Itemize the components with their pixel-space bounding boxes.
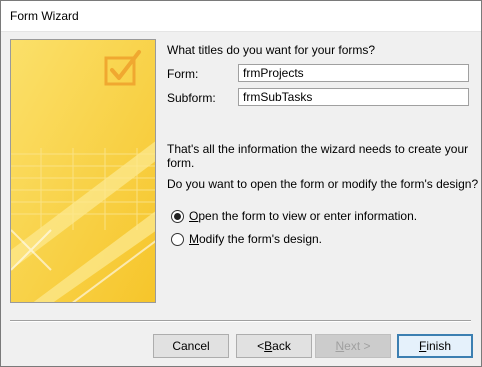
form-wizard-dialog: Form Wizard What titles do you want for … (0, 0, 482, 367)
open-form-radio[interactable] (171, 209, 184, 223)
back-button[interactable]: < Back (236, 334, 312, 358)
window-title: Form Wizard (10, 9, 79, 23)
titles-question: What titles do you want for your forms? (167, 43, 376, 57)
open-form-option[interactable]: Open the form to view or enter informati… (171, 209, 417, 223)
title-bar: Form Wizard (1, 1, 481, 32)
form-title-input[interactable]: frmProjects (238, 64, 469, 82)
wizard-art-graphic (11, 40, 155, 302)
info-line-2: form. (167, 156, 195, 170)
modify-design-option[interactable]: Modify the form's design. (171, 232, 322, 246)
subform-title-input[interactable]: frmSubTasks (238, 88, 469, 106)
button-divider (10, 320, 471, 322)
open-or-modify-question: Do you want to open the form or modify t… (167, 177, 479, 191)
wizard-illustration (10, 39, 156, 303)
finish-button[interactable]: Finish (397, 334, 473, 358)
open-form-label: Open the form to view or enter informati… (189, 209, 418, 223)
form-label: Form: (167, 67, 199, 81)
modify-design-radio[interactable] (171, 232, 184, 246)
next-button[interactable]: Next > (315, 334, 391, 358)
info-line-1: That's all the information the wizard ne… (167, 142, 469, 156)
cancel-button[interactable]: Cancel (153, 334, 229, 358)
modify-design-label: Modify the form's design. (189, 232, 323, 246)
subform-label: Subform: (167, 91, 216, 105)
